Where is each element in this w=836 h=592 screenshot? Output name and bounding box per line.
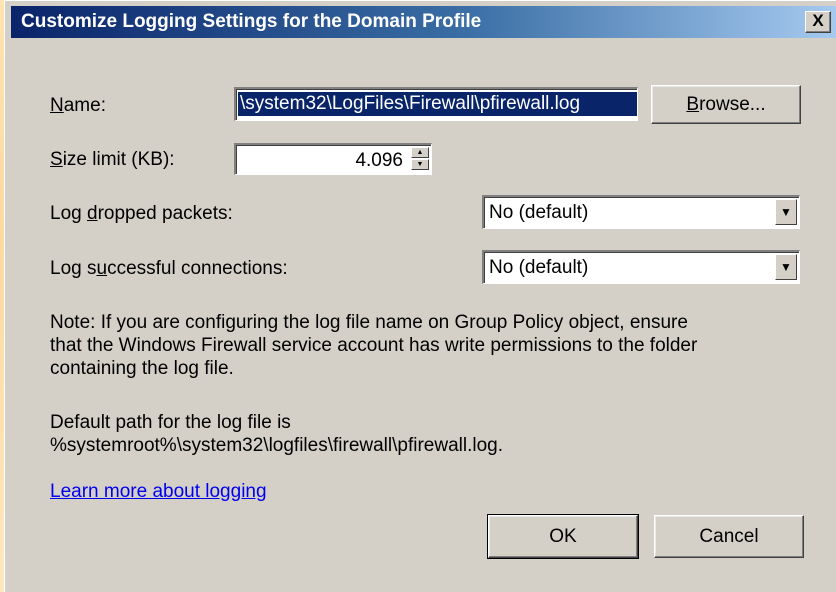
size-limit-spinner[interactable]: 4.096 ▲ ▼ (234, 143, 432, 175)
title-bar[interactable]: Customize Logging Settings for the Domai… (11, 6, 836, 38)
size-limit-label: Size limit (KB): (50, 149, 175, 170)
dialog-title: Customize Logging Settings for the Domai… (21, 11, 482, 32)
cancel-button[interactable]: Cancel (654, 515, 804, 558)
ok-button[interactable]: OK (487, 514, 639, 559)
log-successful-connections-select[interactable]: No (default) ▼ (482, 250, 800, 284)
logging-settings-dialog: Customize Logging Settings for the Domai… (4, 0, 836, 592)
default-path-text: Default path for the log file is %system… (50, 412, 503, 456)
log-file-name-input[interactable]: \system32\LogFiles\Firewall\pfirewall.lo… (234, 87, 638, 121)
log-dropped-packets-value: No (default) (489, 202, 589, 223)
browse-button[interactable]: Browse... (651, 85, 801, 124)
log-successful-connections-value: No (default) (489, 257, 589, 278)
note-text: Note: If you are configuring the log fil… (50, 312, 698, 379)
log-successful-connections-label: Log successful connections: (50, 258, 288, 279)
size-limit-spin-buttons[interactable]: ▲ ▼ (411, 147, 429, 171)
chevron-down-icon[interactable]: ▼ (775, 254, 797, 280)
log-dropped-packets-select[interactable]: No (default) ▼ (482, 195, 800, 229)
learn-more-link[interactable]: Learn more about logging (50, 481, 267, 503)
log-dropped-packets-label: Log dropped packets: (50, 203, 233, 224)
close-button[interactable]: X (805, 11, 831, 33)
close-icon: X (812, 11, 824, 30)
size-limit-value: 4.096 (355, 150, 403, 171)
name-label: Name: (50, 95, 106, 116)
chevron-down-icon[interactable]: ▼ (775, 199, 797, 225)
spin-up-icon[interactable]: ▲ (411, 147, 429, 158)
spin-down-icon[interactable]: ▼ (411, 159, 429, 170)
log-file-name-value: \system32\LogFiles\Firewall\pfirewall.lo… (238, 92, 637, 116)
